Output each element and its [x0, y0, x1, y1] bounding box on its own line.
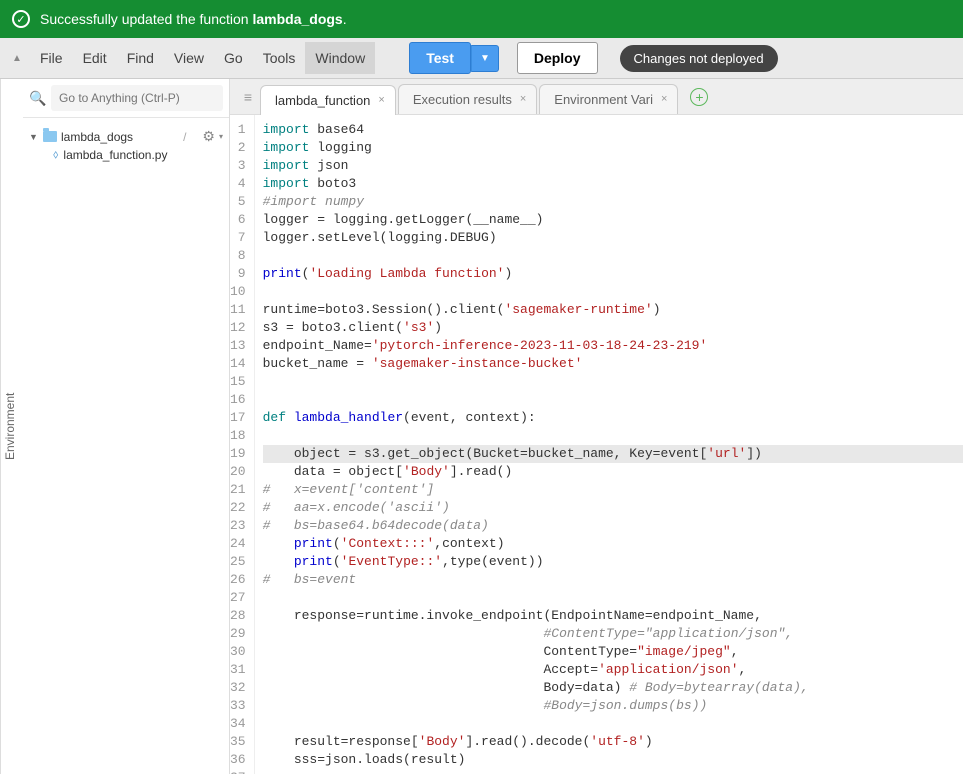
folder-icon — [43, 131, 57, 142]
gear-dropdown-icon[interactable]: ▾ — [219, 132, 223, 141]
tab-list-icon[interactable]: ≡ — [236, 89, 260, 105]
code-line-17[interactable]: def lambda_handler(event, context): — [263, 409, 963, 427]
python-file-icon: ⬨ — [53, 147, 58, 162]
tab-bar: ≡ lambda_function×Execution results×Envi… — [230, 79, 963, 115]
code-line-13[interactable]: endpoint_Name='pytorch-inference-2023-11… — [263, 337, 963, 355]
menu-find[interactable]: Find — [117, 42, 164, 74]
tab-2[interactable]: Environment Vari × — [539, 84, 678, 114]
menu-window[interactable]: Window — [305, 42, 375, 74]
code-line-15[interactable] — [263, 373, 963, 391]
code-line-34[interactable] — [263, 715, 963, 733]
code-line-20[interactable]: data = object['Body'].read() — [263, 463, 963, 481]
deploy-button[interactable]: Deploy — [517, 42, 598, 74]
close-icon[interactable]: × — [661, 93, 667, 105]
menubar: ▲ FileEditFindViewGoToolsWindow Test ▼ D… — [0, 38, 963, 79]
code-content[interactable]: import base64import loggingimport jsonim… — [255, 115, 963, 774]
code-line-36[interactable]: sss=json.loads(result) — [263, 751, 963, 769]
tab-label: lambda_function — [275, 93, 370, 108]
folder-name: lambda_dogs — [61, 130, 133, 144]
code-line-5[interactable]: #import numpy — [263, 193, 963, 211]
menu-edit[interactable]: Edit — [73, 42, 117, 74]
line-gutter: 1234567891011121314151617181920212223242… — [230, 115, 255, 774]
test-button[interactable]: Test — [409, 42, 471, 74]
gear-icon[interactable]: ⚙ — [202, 128, 215, 145]
menu-tools[interactable]: Tools — [253, 42, 306, 74]
success-notification: ✓ Successfully updated the function lamb… — [0, 0, 963, 38]
code-line-26[interactable]: # bs=event — [263, 571, 963, 589]
menu-go[interactable]: Go — [214, 42, 253, 74]
code-line-9[interactable]: print('Loading Lambda function') — [263, 265, 963, 283]
code-line-14[interactable]: bucket_name = 'sagemaker-instance-bucket… — [263, 355, 963, 373]
tab-label: Execution results — [413, 92, 512, 107]
folder-collapse-icon[interactable]: ▼ — [29, 132, 39, 142]
code-line-16[interactable] — [263, 391, 963, 409]
code-line-11[interactable]: runtime=boto3.Session().client('sagemake… — [263, 301, 963, 319]
search-input[interactable] — [51, 85, 223, 111]
code-line-33[interactable]: #Body=json.dumps(bs)) — [263, 697, 963, 715]
code-line-6[interactable]: logger = logging.getLogger(__name__) — [263, 211, 963, 229]
changes-badge: Changes not deployed — [620, 45, 778, 72]
code-line-10[interactable] — [263, 283, 963, 301]
file-explorer: 🔍 ▼ lambda_dogs / ⚙ ▾ ⬨ lambda_function.… — [23, 79, 230, 774]
folder-row[interactable]: ▼ lambda_dogs / ⚙ ▾ — [29, 126, 223, 147]
code-line-29[interactable]: #ContentType="application/json", — [263, 625, 963, 643]
test-dropdown-button[interactable]: ▼ — [471, 45, 499, 72]
code-line-32[interactable]: Body=data) # Body=bytearray(data), — [263, 679, 963, 697]
code-line-30[interactable]: ContentType="image/jpeg", — [263, 643, 963, 661]
code-line-25[interactable]: print('EventType::',type(event)) — [263, 553, 963, 571]
code-line-19[interactable]: object = s3.get_object(Bucket=bucket_nam… — [263, 445, 963, 463]
code-line-7[interactable]: logger.setLevel(logging.DEBUG) — [263, 229, 963, 247]
tab-label: Environment Vari — [554, 92, 653, 107]
check-circle-icon: ✓ — [12, 10, 30, 28]
code-line-18[interactable] — [263, 427, 963, 445]
code-line-31[interactable]: Accept='application/json', — [263, 661, 963, 679]
code-line-2[interactable]: import logging — [263, 139, 963, 157]
notification-text: Successfully updated the function lambda… — [40, 11, 347, 27]
code-line-35[interactable]: result=response['Body'].read().decode('u… — [263, 733, 963, 751]
environment-rail-tab[interactable]: Environment — [0, 79, 23, 774]
menu-file[interactable]: File — [30, 42, 73, 74]
menu-view[interactable]: View — [164, 42, 214, 74]
code-line-27[interactable] — [263, 589, 963, 607]
close-icon[interactable]: × — [520, 93, 526, 105]
code-line-23[interactable]: # bs=base64.b64decode(data) — [263, 517, 963, 535]
code-line-22[interactable]: # aa=x.encode('ascii') — [263, 499, 963, 517]
file-name: lambda_function.py — [63, 148, 167, 162]
code-line-24[interactable]: print('Context:::',context) — [263, 535, 963, 553]
add-tab-button[interactable]: + — [690, 88, 708, 106]
code-editor[interactable]: 1234567891011121314151617181920212223242… — [230, 115, 963, 774]
code-line-12[interactable]: s3 = boto3.client('s3') — [263, 319, 963, 337]
code-line-21[interactable]: # x=event['content'] — [263, 481, 963, 499]
code-line-1[interactable]: import base64 — [263, 121, 963, 139]
file-row[interactable]: ⬨ lambda_function.py — [29, 147, 223, 162]
code-line-3[interactable]: import json — [263, 157, 963, 175]
code-line-37[interactable] — [263, 769, 963, 774]
collapse-caret-icon[interactable]: ▲ — [8, 53, 26, 64]
close-icon[interactable]: × — [378, 94, 384, 106]
tab-1[interactable]: Execution results × — [398, 84, 537, 114]
folder-slash: / — [183, 130, 186, 144]
code-line-4[interactable]: import boto3 — [263, 175, 963, 193]
tab-0[interactable]: lambda_function × — [260, 85, 396, 115]
code-line-8[interactable] — [263, 247, 963, 265]
code-line-28[interactable]: response=runtime.invoke_endpoint(Endpoin… — [263, 607, 963, 625]
search-icon[interactable]: 🔍 — [29, 90, 45, 107]
